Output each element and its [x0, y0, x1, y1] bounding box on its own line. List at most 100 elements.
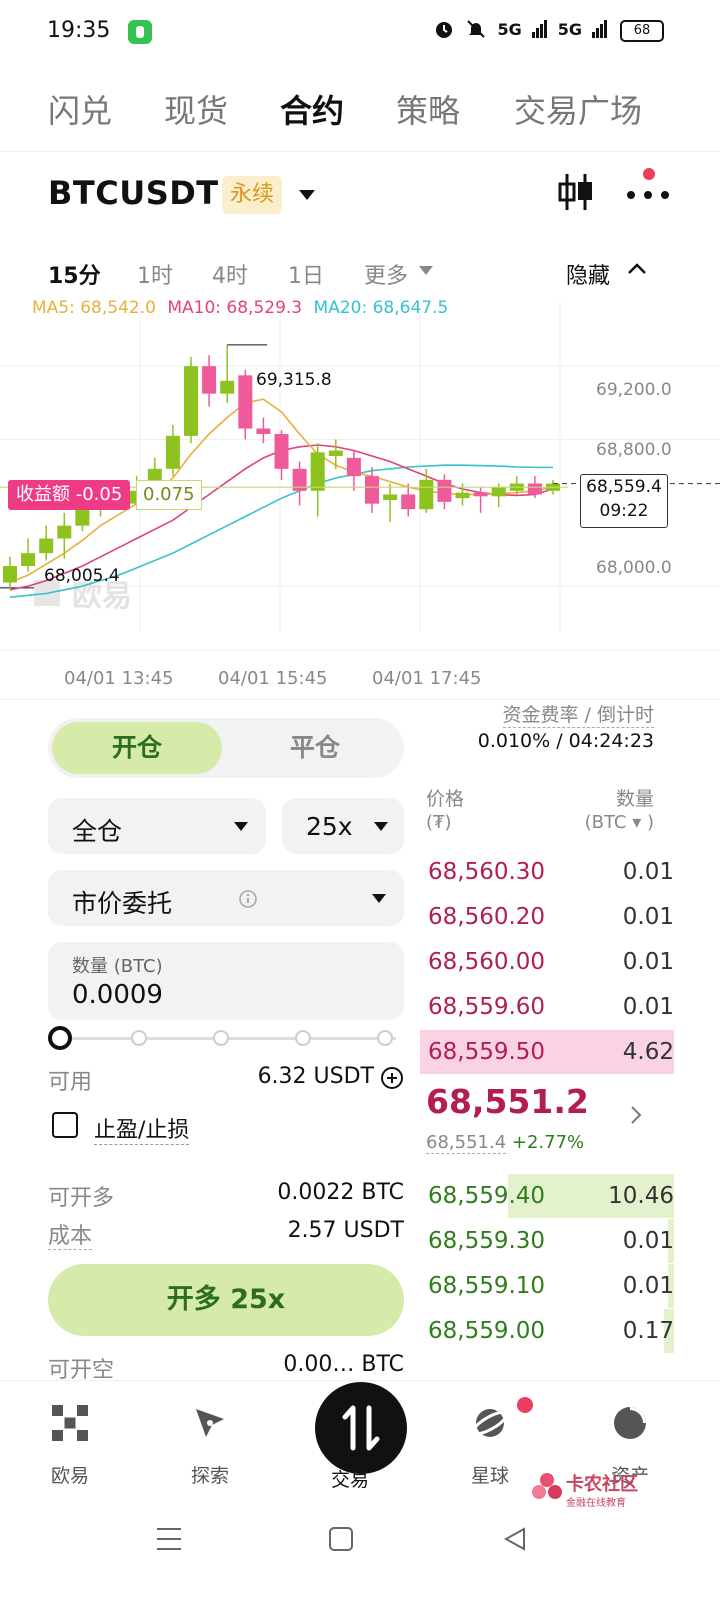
tab-futures[interactable]: 合约: [280, 86, 344, 132]
open-long-button[interactable]: 开多 25x: [48, 1264, 404, 1336]
price-header: 价格: [426, 788, 465, 810]
funding-value: 0.010% / 04:24:23: [477, 730, 654, 752]
timeframe-15m[interactable]: 15分: [48, 258, 101, 290]
ask-qty: 4.62: [622, 1039, 674, 1065]
pair-dropdown-icon[interactable]: [299, 190, 315, 200]
available-row: 可用 6.32 USDT: [48, 1064, 404, 1096]
chevron-up-icon[interactable]: [626, 258, 648, 280]
tpsl-label[interactable]: 止盈/止损: [94, 1112, 190, 1145]
bid-price: 68,559.40: [428, 1183, 546, 1209]
candle-body: [238, 375, 253, 429]
candle-body: [365, 476, 379, 504]
candle-body: [383, 494, 398, 500]
ask-row[interactable]: 68,559.50 4.62: [420, 1030, 674, 1074]
transfer-plus-icon[interactable]: [380, 1066, 404, 1090]
timeframe-1h[interactable]: 1时: [137, 258, 173, 290]
bid-qty: 10.46: [608, 1183, 674, 1209]
candle-body: [57, 525, 72, 539]
funding-label[interactable]: 资金费率 / 倒计时: [502, 700, 654, 728]
bid-price: 68,559.30: [428, 1228, 546, 1254]
bid-price: 68,559.00: [428, 1318, 546, 1344]
tab-spot[interactable]: 现货: [164, 86, 228, 132]
candle-body: [328, 450, 343, 456]
order-type-select[interactable]: 市价委托: [48, 870, 404, 926]
order-type-value: 市价委托: [72, 889, 173, 918]
chevron-down-icon: [372, 894, 386, 903]
nav-label: 探索: [190, 1465, 229, 1487]
bid-row[interactable]: 68,559.00 0.17: [420, 1309, 674, 1353]
chevron-down-icon: [374, 822, 388, 831]
pie-chart-icon: [614, 1407, 646, 1439]
tpsl-checkbox[interactable]: [52, 1112, 78, 1138]
nav-explore[interactable]: 探索: [150, 1403, 270, 1488]
mark-price: 68,551.4: [426, 1132, 507, 1154]
qty-unit-select[interactable]: (BTC ▾ ): [585, 812, 654, 833]
slider-stop[interactable]: [131, 1030, 147, 1046]
notification-dot: [643, 168, 655, 180]
margin-mode-value: 全仓: [72, 817, 123, 846]
candle-body: [111, 494, 126, 504]
bid-row[interactable]: 68,559.30 0.01: [420, 1219, 674, 1263]
x-tick-label: 04/01 15:45: [218, 668, 328, 689]
more-icon[interactable]: [626, 190, 670, 200]
ask-row[interactable]: 68,560.20 0.01: [420, 895, 674, 939]
timeframe-4h[interactable]: 4时: [212, 258, 248, 290]
price-chart[interactable]: 欧易: [0, 302, 720, 654]
tab-trading-plaza[interactable]: 交易广场: [514, 86, 654, 132]
ask-price: 68,559.60: [428, 994, 546, 1020]
slider-stop[interactable]: [377, 1030, 393, 1046]
bid-row[interactable]: 68,559.40 10.46: [420, 1174, 674, 1218]
cost-value: 2.57 USDT: [287, 1218, 404, 1243]
max-long-row: 可开多 0.0022 BTC: [48, 1180, 404, 1212]
slider-knob[interactable]: [48, 1026, 72, 1050]
community-title: 卡农社区: [566, 1474, 638, 1495]
home-icon[interactable]: [328, 1526, 354, 1552]
close-position-tab[interactable]: 平仓: [230, 722, 400, 774]
bid-row[interactable]: 68,559.10 0.01: [420, 1264, 674, 1308]
candle-body: [419, 479, 434, 510]
leverage-select[interactable]: 25x: [282, 798, 404, 854]
trade-center-button[interactable]: [315, 1382, 407, 1474]
quantity-input[interactable]: 0.0009: [72, 980, 163, 1010]
chevron-right-icon[interactable]: [628, 1104, 644, 1126]
ask-row[interactable]: 68,560.00 0.01: [420, 940, 674, 984]
planet-notification-dot: [517, 1397, 533, 1413]
ask-price: 68,559.50: [428, 1039, 546, 1065]
ask-row[interactable]: 68,560.30 0.01: [420, 850, 674, 894]
timeframe-more[interactable]: 更多: [364, 258, 408, 290]
max-long-value: 0.0022 BTC: [277, 1180, 404, 1205]
quantity-slider[interactable]: [48, 1026, 404, 1050]
ask-qty: 0.01: [622, 949, 674, 975]
bid-qty: 0.17: [622, 1318, 674, 1344]
open-position-tab[interactable]: 开仓: [52, 722, 222, 774]
tab-strategy[interactable]: 策略: [396, 86, 460, 132]
candlestick-chart-icon[interactable]: [557, 172, 595, 212]
candle-body: [346, 457, 361, 477]
hide-chart-toggle[interactable]: 隐藏: [566, 258, 610, 290]
slider-stop[interactable]: [295, 1030, 311, 1046]
slider-stop[interactable]: [213, 1030, 229, 1046]
bid-qty: 0.01: [622, 1228, 674, 1254]
ask-row[interactable]: 68,559.60 0.01: [420, 985, 674, 1029]
pair-symbol[interactable]: BTCUSDT: [48, 174, 219, 212]
candle-body: [256, 428, 271, 434]
candle-body: [491, 487, 506, 497]
community-subtitle: 金融在线教育: [566, 1498, 626, 1509]
back-icon[interactable]: [502, 1526, 528, 1552]
timeframe-1d[interactable]: 1日: [288, 258, 324, 290]
pair-header: BTCUSDT 永续: [0, 152, 720, 238]
margin-mode-select[interactable]: 全仓: [48, 798, 266, 854]
menu-icon[interactable]: [155, 1526, 183, 1552]
info-icon[interactable]: [238, 889, 258, 909]
quantity-field[interactable]: 数量 (BTC) 0.0009: [48, 942, 404, 1020]
tab-flash-swap[interactable]: 闪兑: [48, 86, 112, 132]
app-notification-icon: [128, 20, 152, 44]
leverage-value: 25x: [306, 812, 353, 841]
available-value: 6.32 USDT: [257, 1064, 374, 1089]
ask-price: 68,560.00: [428, 949, 546, 975]
candlestick-chart[interactable]: 欧易: [0, 302, 720, 654]
nav-okx[interactable]: 欧易: [10, 1403, 130, 1488]
ask-price: 68,560.30: [428, 859, 546, 885]
cost-label: 成本: [48, 1224, 93, 1250]
ask-qty: 0.01: [622, 904, 674, 930]
